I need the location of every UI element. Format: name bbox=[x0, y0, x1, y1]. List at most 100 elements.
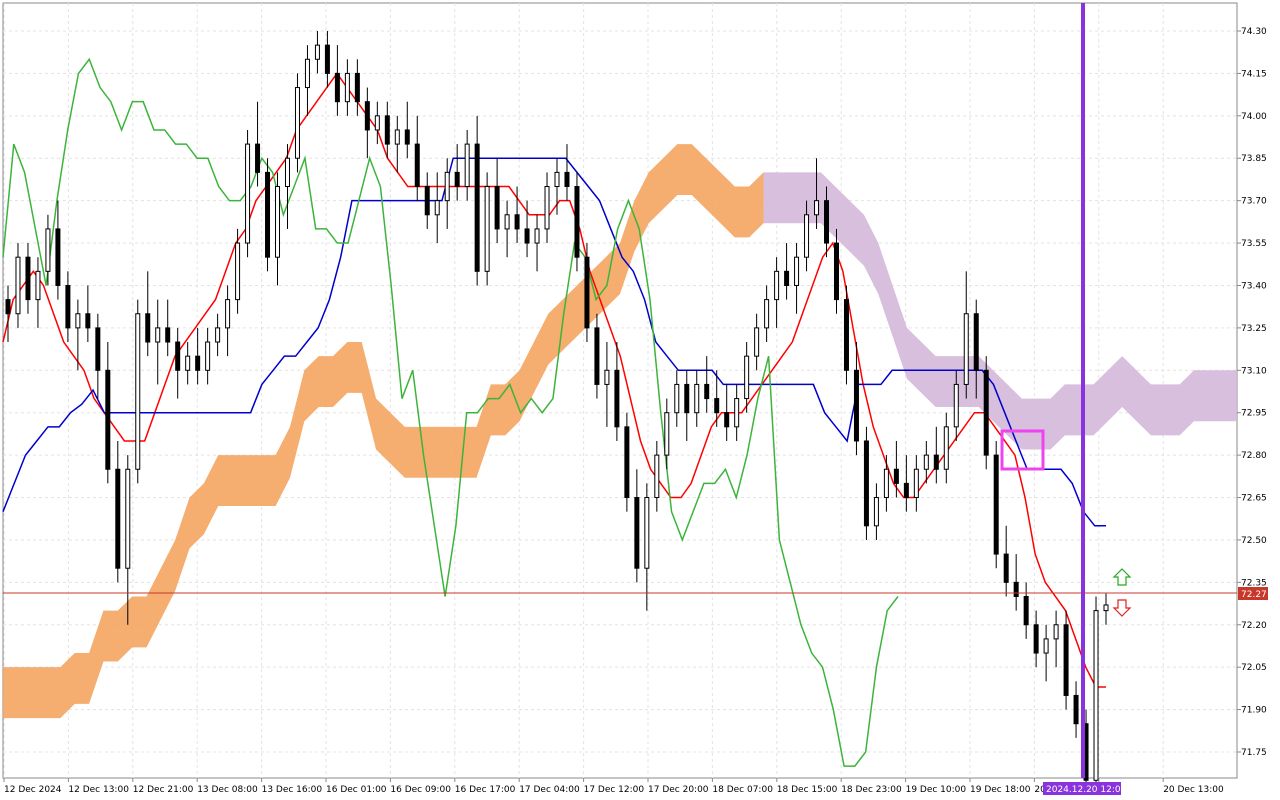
candle-body bbox=[634, 497, 640, 569]
y-axis: 74.30 74.15 74.00 73.85 73.70 73.55 73.40 73.25… bbox=[1237, 27, 1267, 758]
candle-body bbox=[314, 44, 320, 60]
candle-body bbox=[863, 440, 869, 527]
y-tick-label: 73.55 bbox=[1241, 239, 1267, 249]
current-price-tag: 72.27 bbox=[1238, 587, 1268, 600]
candle-body bbox=[304, 58, 310, 89]
candle-body bbox=[1023, 595, 1029, 626]
candle-body bbox=[1003, 553, 1009, 583]
candle-body bbox=[524, 228, 530, 244]
candle-body bbox=[704, 383, 710, 400]
current-price-label: 72.27 bbox=[1241, 590, 1267, 600]
candle-body bbox=[25, 256, 31, 301]
candle-body bbox=[1013, 581, 1019, 597]
y-tick-label: 74.00 bbox=[1241, 112, 1267, 122]
candle-body bbox=[873, 497, 879, 527]
candle-body bbox=[115, 468, 121, 569]
price-chart[interactable]: 74.30 74.15 74.00 73.85 73.70 73.55 73.40 73.25… bbox=[0, 0, 1280, 800]
x-tick-label: 17 Dec 20:00 bbox=[648, 785, 709, 795]
candle-body bbox=[175, 341, 181, 371]
x-tick-label: 17 Dec 12:00 bbox=[584, 785, 645, 795]
candle-body bbox=[394, 129, 400, 145]
candle-body bbox=[624, 426, 630, 499]
y-tick-label: 73.25 bbox=[1241, 324, 1267, 334]
candle-body bbox=[883, 468, 889, 499]
candle-body bbox=[135, 313, 141, 470]
candle-body bbox=[414, 143, 420, 188]
candle-body bbox=[843, 299, 849, 371]
candle-body bbox=[474, 143, 480, 272]
x-tick-label: 13 Dec 16:00 bbox=[262, 785, 323, 795]
candle-body bbox=[255, 143, 261, 173]
y-tick-label: 72.80 bbox=[1241, 451, 1267, 461]
x-tick-label: 18 Dec 07:00 bbox=[712, 785, 773, 795]
candle-body bbox=[764, 299, 770, 329]
candle-body bbox=[454, 171, 460, 188]
candle-body bbox=[923, 454, 929, 470]
candle-body bbox=[754, 327, 760, 357]
candle-body bbox=[574, 186, 580, 258]
y-tick-label: 71.75 bbox=[1241, 748, 1267, 758]
candle-body bbox=[933, 454, 939, 470]
candle-body bbox=[993, 454, 999, 555]
candle-body bbox=[804, 214, 810, 258]
candle-body bbox=[105, 369, 111, 470]
candle-body bbox=[265, 171, 271, 258]
candle-body bbox=[324, 44, 330, 74]
candle-body bbox=[514, 214, 520, 230]
candle-body bbox=[1033, 624, 1039, 654]
candle-body bbox=[85, 313, 91, 329]
candle-body bbox=[225, 299, 231, 329]
candle-body bbox=[165, 327, 171, 343]
y-tick-label: 72.65 bbox=[1241, 494, 1267, 504]
candle-body bbox=[424, 186, 430, 216]
candle-body bbox=[354, 72, 360, 103]
x-tick-label: 19 Dec 18:00 bbox=[970, 785, 1031, 795]
plot-area bbox=[2, 2, 1238, 779]
candle-body bbox=[95, 327, 101, 371]
candle-body bbox=[784, 270, 790, 286]
candle-body bbox=[374, 115, 380, 131]
candle-body bbox=[215, 327, 221, 343]
x-tick-label: 17 Dec 04:00 bbox=[519, 785, 580, 795]
y-tick-label: 74.15 bbox=[1241, 69, 1267, 79]
candle-body bbox=[664, 412, 670, 456]
candle-body bbox=[584, 256, 590, 329]
candle-body bbox=[734, 398, 740, 428]
candle-body bbox=[294, 87, 300, 159]
candle-body bbox=[275, 186, 281, 258]
cursor-time-tag: 2024.12.20 12:00 bbox=[1043, 782, 1127, 795]
candle-body bbox=[245, 143, 251, 244]
x-tick-label: 20 Dec 13:00 bbox=[1163, 785, 1224, 795]
candle-body bbox=[963, 313, 969, 385]
candle-body bbox=[654, 454, 660, 499]
candle-body bbox=[45, 228, 51, 272]
candle-body bbox=[953, 383, 959, 428]
candle-body bbox=[145, 313, 151, 343]
candle-body bbox=[15, 256, 21, 315]
candle-body bbox=[903, 482, 909, 499]
x-axis: 12 Dec 2024 12 Dec 13:00 12 Dec 21:00 13 De… bbox=[3, 778, 1224, 795]
candle-body bbox=[853, 369, 859, 442]
candle-body bbox=[205, 341, 211, 371]
x-tick-label: 16 Dec 01:00 bbox=[326, 785, 387, 795]
y-tick-label: 73.10 bbox=[1241, 366, 1267, 376]
candle-body bbox=[1103, 604, 1109, 612]
y-tick-label: 72.50 bbox=[1241, 536, 1267, 546]
candle-body bbox=[75, 313, 81, 329]
candle-body bbox=[125, 468, 131, 569]
candle-body bbox=[714, 398, 720, 414]
candle-body bbox=[534, 228, 540, 244]
candle-body bbox=[235, 242, 241, 301]
x-tick-label: 12 Dec 2024 bbox=[4, 785, 62, 795]
y-tick-label: 72.20 bbox=[1241, 621, 1267, 631]
x-tick-label: 13 Dec 08:00 bbox=[197, 785, 258, 795]
candle-body bbox=[594, 327, 600, 385]
candle-body bbox=[1073, 694, 1079, 725]
candle-body bbox=[1093, 610, 1099, 781]
candle-body bbox=[684, 383, 690, 414]
candle-body bbox=[814, 200, 820, 216]
candle-body bbox=[55, 228, 61, 286]
candle-body bbox=[973, 313, 979, 371]
candle-body bbox=[614, 369, 620, 428]
candle-body bbox=[494, 186, 500, 230]
